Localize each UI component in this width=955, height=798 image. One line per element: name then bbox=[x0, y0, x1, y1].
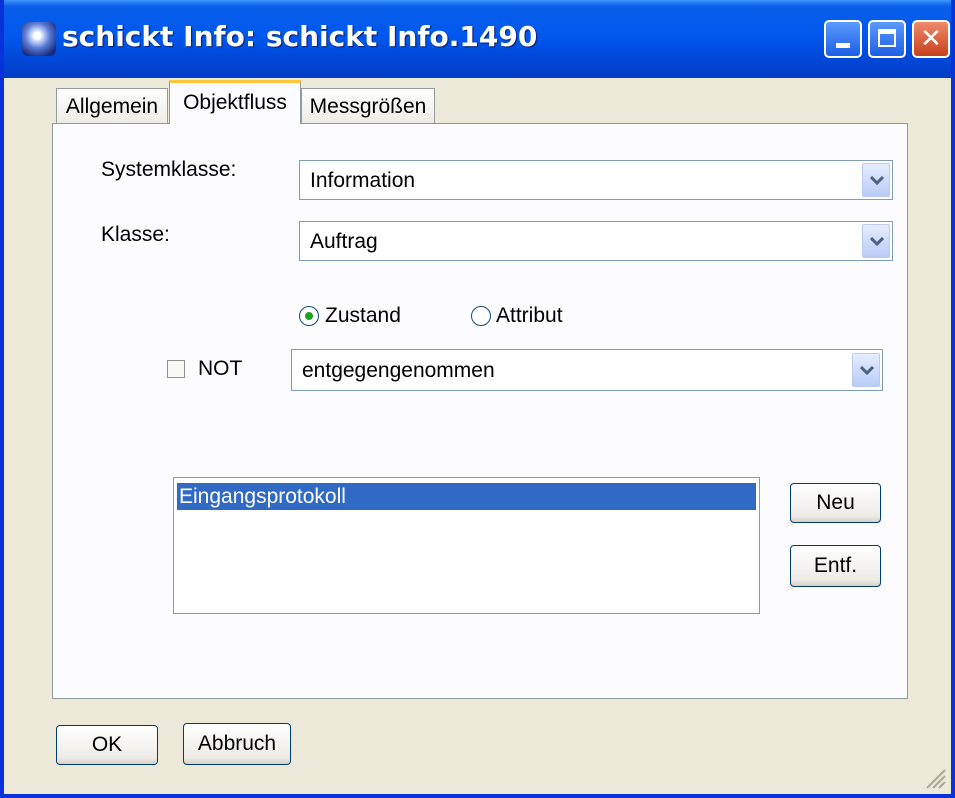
maximize-button[interactable] bbox=[868, 20, 906, 58]
tab-allgemein[interactable]: Allgemein bbox=[56, 88, 168, 124]
klasse-dropdown[interactable]: Auftrag bbox=[299, 221, 893, 261]
abbruch-button[interactable]: Abbruch bbox=[183, 723, 291, 765]
chevron-down-icon bbox=[870, 237, 884, 247]
dropdown-arrow-button[interactable] bbox=[862, 224, 890, 258]
radio-selected-dot bbox=[305, 312, 313, 320]
radio-zustand[interactable] bbox=[299, 306, 319, 326]
minimize-icon bbox=[836, 43, 850, 48]
tab-objektfluss[interactable]: Objektfluss bbox=[169, 80, 301, 124]
resize-grip-icon[interactable] bbox=[921, 764, 947, 790]
window-title: schickt Info: schickt Info.1490 bbox=[62, 20, 538, 53]
not-checkbox[interactable] bbox=[167, 360, 185, 378]
radio-attribut[interactable] bbox=[471, 306, 491, 326]
klasse-value: Auftrag bbox=[310, 230, 378, 253]
protocol-listbox[interactable]: Eingangsprotokoll bbox=[173, 477, 760, 614]
not-checkbox-label[interactable]: NOT bbox=[198, 357, 242, 381]
close-icon: ✕ bbox=[920, 24, 942, 54]
radio-zustand-label[interactable]: Zustand bbox=[325, 304, 401, 328]
close-button[interactable]: ✕ bbox=[912, 20, 950, 58]
dropdown-arrow-button[interactable] bbox=[852, 353, 880, 387]
systemklasse-dropdown[interactable]: Information bbox=[299, 160, 893, 200]
chevron-down-icon bbox=[860, 366, 874, 376]
minimize-button[interactable] bbox=[824, 20, 862, 58]
state-dropdown[interactable]: entgegengenommen bbox=[291, 349, 883, 391]
radio-attribut-label[interactable]: Attribut bbox=[496, 304, 563, 328]
maximize-icon bbox=[878, 29, 896, 47]
title-bar[interactable]: schickt Info: schickt Info.1490 ✕ bbox=[4, 0, 951, 78]
dialog-window: schickt Info: schickt Info.1490 ✕ Allgem… bbox=[0, 0, 955, 798]
app-globe-icon[interactable] bbox=[22, 22, 56, 56]
systemklasse-label: Systemklasse: bbox=[101, 158, 237, 181]
tab-messgroessen[interactable]: Messgrößen bbox=[301, 88, 435, 124]
entf-button[interactable]: Entf. bbox=[790, 545, 881, 587]
chevron-down-icon bbox=[870, 176, 884, 186]
neu-button[interactable]: Neu bbox=[790, 483, 881, 523]
klasse-label: Klasse: bbox=[101, 223, 170, 246]
systemklasse-value: Information bbox=[310, 169, 416, 192]
list-item[interactable]: Eingangsprotokoll bbox=[177, 483, 756, 510]
dropdown-arrow-button[interactable] bbox=[862, 163, 890, 197]
state-value: entgegengenommen bbox=[302, 359, 495, 382]
ok-button[interactable]: OK bbox=[56, 725, 158, 765]
